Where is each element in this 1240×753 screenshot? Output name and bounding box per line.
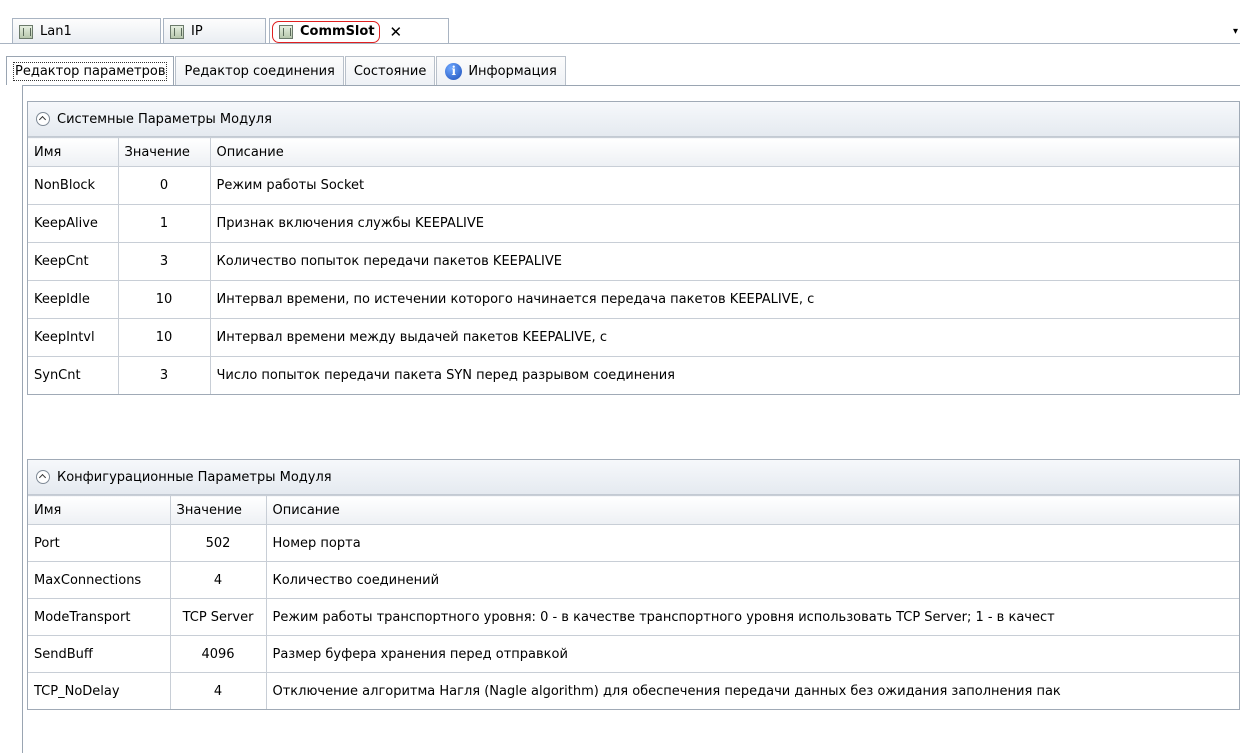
collapse-icon[interactable]	[36, 470, 50, 484]
param-description: Номер порта	[265, 524, 1239, 562]
tab-label: Редактор соединения	[184, 63, 335, 79]
table-row[interactable]: KeepIntvl 10 Интервал времени между выда…	[28, 318, 1239, 357]
param-description: Число попыток передачи пакета SYN перед …	[209, 356, 1239, 394]
param-value[interactable]: 3	[117, 242, 211, 281]
document-tab-strip: Lan1 IP CommSlot ✕ ▾	[0, 0, 1240, 44]
collapse-icon[interactable]	[36, 112, 50, 126]
info-icon: i	[445, 62, 463, 80]
param-value[interactable]: 10	[117, 280, 211, 319]
tab-label: Состояние	[353, 63, 427, 79]
device-icon	[279, 24, 293, 39]
table-row[interactable]: NonBlock 0 Режим работы Socket	[28, 166, 1239, 205]
param-description: Размер буфера хранения перед отправкой	[265, 635, 1239, 673]
doc-tab-lan1[interactable]: Lan1	[12, 18, 161, 44]
param-value[interactable]: 1	[117, 204, 211, 243]
param-value[interactable]: 3	[117, 356, 211, 394]
param-name: MaxConnections	[28, 561, 171, 599]
table-row[interactable]: KeepAlive 1 Признак включения службы KEE…	[28, 204, 1239, 243]
doc-tab-label: Lan1	[40, 24, 72, 39]
table-row[interactable]: SendBuff 4096 Размер буфера хранения пер…	[28, 635, 1239, 673]
param-name: Port	[28, 524, 171, 562]
system-params-group: Системные Параметры Модуля Имя Значение …	[27, 101, 1240, 395]
table-header-row: Имя Значение Описание	[28, 495, 1239, 525]
param-name: KeepAlive	[28, 204, 119, 243]
table-row[interactable]: SynCnt 3 Число попыток передачи пакета S…	[28, 356, 1239, 394]
table-row[interactable]: KeepCnt 3 Количество попыток передачи па…	[28, 242, 1239, 281]
table-row[interactable]: ModeTransport TCP Server Режим работы тр…	[28, 598, 1239, 636]
table-row[interactable]: KeepIdle 10 Интервал времени, по истечен…	[28, 280, 1239, 319]
param-value[interactable]: 0	[117, 166, 211, 205]
group-header: Конфигурационные Параметры Модуля	[28, 460, 1239, 495]
param-value[interactable]: 502	[169, 524, 267, 562]
param-name: KeepIntvl	[28, 318, 119, 357]
param-name: SendBuff	[28, 635, 171, 673]
tab-label: Редактор параметров	[12, 61, 168, 81]
device-icon	[19, 24, 33, 39]
column-header-description[interactable]: Описание	[265, 495, 1239, 525]
doc-tab-label: CommSlot	[300, 24, 375, 39]
param-name: SynCnt	[28, 356, 119, 394]
param-value[interactable]: 4096	[169, 635, 267, 673]
device-icon	[170, 24, 184, 39]
table-row[interactable]: TCP_NoDelay 4 Отключение алгоритма Нагля…	[28, 672, 1239, 709]
group-header: Системные Параметры Модуля	[28, 102, 1239, 137]
param-description: Количество попыток передачи пакетов KEEP…	[209, 242, 1239, 281]
column-header-value[interactable]: Значение	[169, 495, 267, 525]
param-value[interactable]: 10	[117, 318, 211, 357]
doc-tab-commslot[interactable]: CommSlot ✕	[269, 18, 449, 44]
table-row[interactable]: MaxConnections 4 Количество соединений	[28, 561, 1239, 599]
tab-status[interactable]: Состояние	[344, 56, 436, 85]
column-header-name[interactable]: Имя	[28, 495, 171, 525]
param-description: Интервал времени между выдачей пакетов K…	[209, 318, 1239, 357]
param-description: Количество соединений	[265, 561, 1239, 599]
divider	[0, 43, 1240, 44]
system-params-table: Имя Значение Описание NonBlock 0 Режим р…	[28, 137, 1239, 394]
param-name: ModeTransport	[28, 598, 171, 636]
param-name: TCP_NoDelay	[28, 672, 171, 709]
group-title: Системные Параметры Модуля	[57, 111, 272, 127]
param-value[interactable]: TCP Server	[169, 598, 267, 636]
param-description: Режим работы транспортного уровня: 0 - в…	[265, 598, 1239, 636]
param-name: NonBlock	[28, 166, 119, 205]
column-header-value[interactable]: Значение	[117, 137, 211, 167]
doc-tab-ip[interactable]: IP	[163, 18, 266, 44]
param-description: Отключение алгоритма Нагля (Nagle algori…	[265, 672, 1239, 709]
param-value[interactable]: 4	[169, 561, 267, 599]
param-name: KeepCnt	[28, 242, 119, 281]
column-header-name[interactable]: Имя	[28, 137, 119, 167]
config-params-group: Конфигурационные Параметры Модуля Имя Зн…	[27, 459, 1240, 710]
group-title: Конфигурационные Параметры Модуля	[57, 469, 332, 485]
table-row[interactable]: Port 502 Номер порта	[28, 524, 1239, 562]
close-icon[interactable]: ✕	[386, 23, 407, 41]
param-description: Признак включения службы KEEPALIVE	[209, 204, 1239, 243]
table-header-row: Имя Значение Описание	[28, 137, 1239, 167]
param-value[interactable]: 4	[169, 672, 267, 709]
tab-information[interactable]: i Информация	[436, 56, 566, 85]
config-params-table: Имя Значение Описание Port 502 Номер пор…	[28, 495, 1239, 709]
tab-parameter-editor[interactable]: Редактор параметров	[6, 56, 175, 85]
param-name: KeepIdle	[28, 280, 119, 319]
param-description: Интервал времени, по истечении которого …	[209, 280, 1239, 319]
column-header-description[interactable]: Описание	[209, 137, 1239, 167]
tab-label: Информация	[468, 63, 557, 79]
doc-tab-label: IP	[191, 24, 203, 39]
param-description: Режим работы Socket	[209, 166, 1239, 205]
highlight-outline: CommSlot	[272, 20, 380, 43]
editor-tab-strip: Редактор параметров Редактор соединения …	[6, 56, 567, 85]
tab-connection-editor[interactable]: Редактор соединения	[175, 56, 344, 85]
chevron-down-icon[interactable]: ▾	[1233, 26, 1238, 37]
